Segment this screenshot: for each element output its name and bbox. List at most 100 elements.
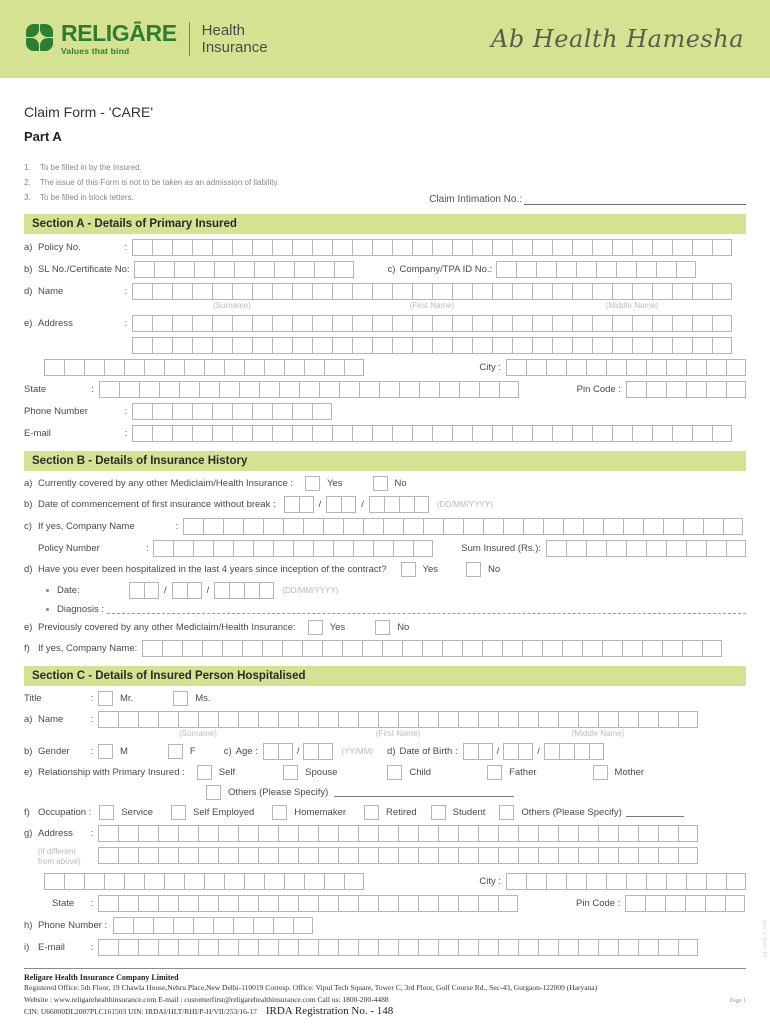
occupation-option-service[interactable]: Service (99, 804, 153, 820)
age-mm-input[interactable] (303, 742, 334, 760)
relationship-option-mother[interactable]: Mother (592, 764, 644, 780)
title-mr-option[interactable]: Mr. (98, 690, 133, 706)
field-label: Address (38, 317, 73, 329)
commencement-mm-input[interactable] (326, 495, 357, 513)
date-separator: / (206, 584, 210, 596)
insured-address-line-1-input[interactable] (98, 824, 698, 842)
checkbox[interactable] (196, 764, 212, 780)
phone-input[interactable] (132, 402, 332, 420)
checkbox[interactable] (305, 475, 321, 491)
ever-hospitalized-yes[interactable]: Yes (400, 561, 439, 577)
field-primary-state-pin: State : Pin Code : (24, 380, 746, 398)
b-company-name-input[interactable] (183, 517, 743, 535)
sl-no-input[interactable] (133, 260, 354, 278)
field-label: Company/TPA ID No.: (399, 263, 493, 275)
previously-covered-no[interactable]: No (375, 619, 409, 635)
date-format-hint: (DD/MM/YYYY) (282, 585, 339, 595)
insured-address-line-2-input[interactable] (98, 846, 698, 864)
address-line-1-input[interactable] (132, 314, 732, 332)
checkbox[interactable] (272, 804, 288, 820)
insured-pin-code-input[interactable] (625, 895, 746, 913)
checkbox[interactable] (99, 804, 115, 820)
commencement-dd-input[interactable] (283, 495, 314, 513)
gender-male-option[interactable]: M (98, 743, 128, 759)
previously-covered-yes[interactable]: Yes (307, 619, 345, 635)
note-text: The issue of this Form is not to be take… (40, 178, 280, 188)
email-input[interactable] (132, 424, 732, 442)
company-tpa-id-input[interactable] (496, 260, 697, 278)
diagnosis-input[interactable] (107, 605, 746, 614)
currently-covered-no[interactable]: No (372, 475, 407, 491)
occupation-option-others[interactable]: Others (Please Specify) (499, 804, 622, 820)
field-previously-covered: e) Previously covered by any other Medic… (24, 619, 746, 635)
relationship-option-father[interactable]: Father (487, 764, 537, 780)
title-ms-option[interactable]: Ms. (173, 690, 211, 706)
hospitalization-dd-input[interactable] (129, 581, 159, 599)
checkbox[interactable] (466, 561, 482, 577)
relationship-option-child[interactable]: Child (387, 764, 431, 780)
checkbox[interactable] (430, 804, 446, 820)
checkbox[interactable] (98, 690, 113, 706)
field-insured-address-line3-city: City : (24, 873, 746, 891)
ever-hospitalized-no[interactable]: No (466, 561, 500, 577)
gender-female-option[interactable]: F (167, 743, 196, 759)
checkbox[interactable] (167, 743, 183, 759)
checkbox[interactable] (283, 764, 299, 780)
field-label: If yes, Company Name: (38, 642, 138, 654)
relationship-option-spouse[interactable]: Spouse (283, 764, 337, 780)
relationship-others-input[interactable] (334, 787, 515, 798)
firstname-hint: (First Name) (375, 728, 421, 738)
checkbox[interactable] (592, 764, 608, 780)
policy-no-input[interactable] (132, 238, 732, 256)
checkbox[interactable] (487, 764, 503, 780)
checkbox[interactable] (364, 804, 380, 820)
occupation-option-homemaker[interactable]: Homemaker (272, 804, 346, 820)
occupation-others-input[interactable] (625, 807, 684, 818)
age-yy-input[interactable] (262, 742, 293, 760)
footer-offices: Registered Office: 5th Floor, 19 Chawla … (24, 983, 598, 993)
dob-yyyy-input[interactable] (543, 742, 604, 760)
checkbox[interactable] (372, 475, 388, 491)
insured-city-input[interactable] (506, 873, 746, 891)
b-policy-number-input[interactable] (153, 539, 434, 557)
insured-name-input[interactable] (98, 710, 698, 728)
dob-mm-input[interactable] (503, 742, 534, 760)
checkbox[interactable] (173, 690, 189, 706)
insured-email-input[interactable] (98, 939, 698, 957)
checkbox[interactable] (387, 764, 403, 780)
sum-insured-input[interactable] (546, 539, 746, 557)
hospitalization-yyyy-input[interactable] (214, 581, 275, 599)
commencement-yyyy-input[interactable] (368, 495, 429, 513)
field-index: g) (24, 827, 33, 839)
checkbox[interactable] (307, 619, 323, 635)
currently-covered-yes[interactable]: Yes (305, 475, 343, 491)
checkbox[interactable] (98, 743, 113, 759)
address-line-3-input[interactable] (44, 358, 365, 376)
note-number: 2. (24, 178, 31, 188)
checkbox[interactable] (206, 784, 221, 800)
option-label: Yes (422, 563, 439, 575)
checkbox[interactable] (499, 804, 515, 820)
checkbox[interactable] (375, 619, 391, 635)
insured-state-input[interactable] (98, 895, 518, 913)
option-label: Father (509, 766, 537, 778)
occupation-option-self-employed[interactable]: Self Employed (171, 804, 254, 820)
city-input[interactable] (506, 358, 746, 376)
checkbox[interactable] (171, 804, 187, 820)
occupation-option-retired[interactable]: Retired (364, 804, 417, 820)
pin-code-input[interactable] (626, 380, 746, 398)
checkbox[interactable] (400, 561, 416, 577)
address-line-2-input[interactable] (132, 336, 732, 354)
relationship-option-others[interactable]: Others (Please Specify) (206, 784, 328, 800)
dob-dd-input[interactable] (462, 742, 493, 760)
claim-intimation-input[interactable] (524, 194, 746, 205)
relationship-option-self[interactable]: Self (196, 764, 235, 780)
state-input[interactable] (98, 380, 519, 398)
age-label: Age : (235, 745, 258, 757)
occupation-option-student[interactable]: Student (430, 804, 485, 820)
primary-name-input[interactable] (132, 282, 732, 300)
b-if-yes-company-input[interactable] (142, 639, 723, 657)
hospitalization-mm-input[interactable] (171, 581, 202, 599)
insured-address-line-3-input[interactable] (44, 873, 365, 891)
insured-phone-input[interactable] (113, 917, 314, 935)
